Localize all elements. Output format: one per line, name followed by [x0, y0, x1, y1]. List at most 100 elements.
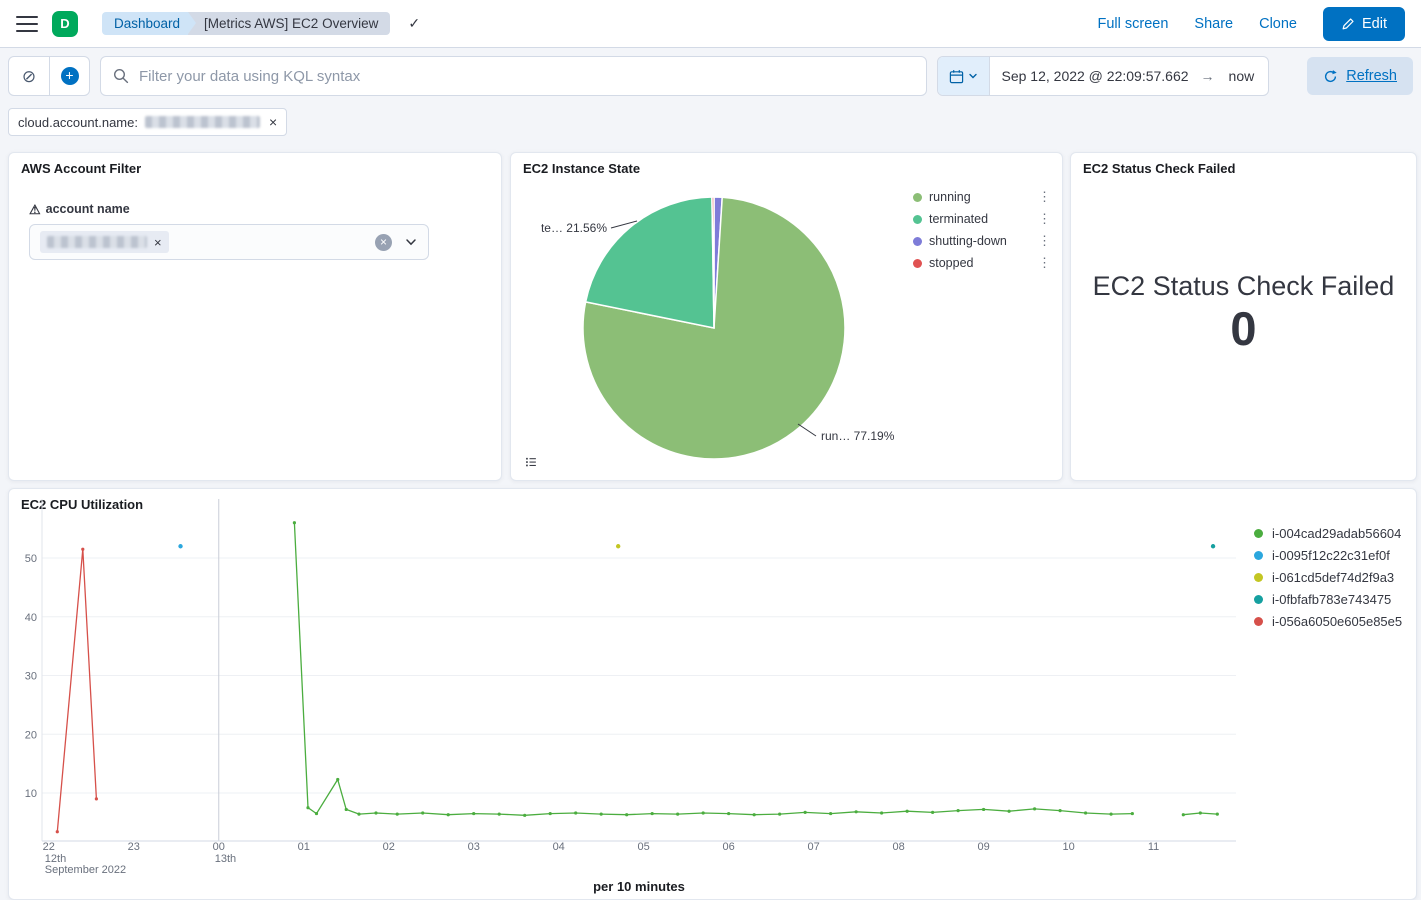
legend-item-i-004cad29adab56604[interactable]: i-004cad29adab56604 [1254, 522, 1412, 544]
legend-item-running[interactable]: running⋮ [913, 186, 1053, 208]
edit-button[interactable]: Edit [1323, 7, 1405, 41]
kibana-dashboard-app: D Dashboard [Metrics AWS] EC2 Overview ✓… [0, 0, 1421, 900]
clear-selection-icon[interactable]: × [375, 234, 392, 251]
account-name-combobox[interactable]: × × [29, 224, 429, 260]
point-series-i-0095f12c22c31ef0f[interactable] [178, 544, 182, 548]
filter-bar: cloud.account.name: × [8, 104, 287, 140]
quick-select-date-button[interactable] [938, 57, 990, 95]
y-axis-tick-label: 50 [25, 553, 37, 565]
legend-dot-icon [1254, 551, 1263, 560]
legend-item-terminated[interactable]: terminated ⋮ [913, 208, 1053, 230]
legend-dot-icon [913, 193, 922, 202]
legend-dot-icon [913, 237, 922, 246]
chevron-down-icon [968, 71, 978, 81]
account-tag-value-redacted [47, 236, 147, 248]
legend-item-i-061cd5def74d2f9a3[interactable]: i-061cd5def74d2f9a3 [1254, 566, 1412, 588]
legend-item-i-0095f12c22c31ef0f[interactable]: i-0095f12c22c31ef0f [1254, 544, 1412, 566]
legend-dot-icon [1254, 595, 1263, 604]
warning-icon: ⚠ [29, 203, 41, 216]
date-range-start[interactable]: Sep 12, 2022 @ 22:09:57.662 [990, 68, 1201, 84]
saved-check-icon: ✓ [408, 15, 420, 32]
panel-ec2-status-check-failed: EC2 Status Check Failed EC2 Status Check… [1070, 152, 1417, 481]
x-axis-day-label: 13th [215, 853, 236, 865]
list-icon [525, 454, 537, 470]
control-label-text: account name [46, 202, 130, 216]
x-axis-tick-label: 11 [1148, 841, 1159, 853]
pencil-icon [1341, 17, 1355, 31]
legend-item-menu-icon[interactable]: ⋮ [1036, 233, 1053, 249]
remove-filter-icon[interactable]: × [269, 114, 277, 130]
panel-title: AWS Account Filter [9, 153, 501, 176]
control-group-label: ⚠ account name [29, 202, 501, 216]
selected-account-tag[interactable]: × [40, 231, 169, 253]
metric-value: 0 [1230, 302, 1256, 356]
panel-ec2-instance-state: EC2 Instance State te… 21.56%run… 77.19%… [510, 152, 1063, 481]
legend-dot-icon [913, 259, 922, 268]
legend-dot-icon [913, 215, 922, 224]
refresh-button[interactable]: Refresh [1307, 57, 1413, 95]
legend-item-shutting-down[interactable]: shutting-down⋮ [913, 230, 1053, 252]
query-bar: ⊘ + Sep 12, 2022 @ 22:09 [0, 48, 1421, 104]
filter-pill[interactable]: cloud.account.name: × [8, 108, 287, 136]
legend-item-menu-icon[interactable]: ⋮ [1036, 211, 1053, 227]
legend-toggle-button[interactable] [519, 450, 543, 474]
line-series-i-056a6050e605e85e5[interactable] [57, 549, 96, 832]
x-axis-tick-label: 03 [468, 841, 480, 853]
breadcrumb-dashboard[interactable]: Dashboard [102, 12, 188, 35]
legend-item-menu-icon[interactable]: ⋮ [1036, 255, 1053, 271]
point-series-i-0fbfafb783e743475[interactable] [1211, 544, 1215, 548]
legend-label: i-056a6050e605e85e5 [1272, 614, 1412, 629]
full-screen-link[interactable]: Full screen [1097, 16, 1168, 32]
metric-label: EC2 Status Check Failed [1093, 271, 1395, 302]
date-range-end[interactable]: now [1215, 68, 1269, 84]
x-axis-tick-label: 00 [213, 841, 225, 853]
line-series-i-004cad29adab56604[interactable] [294, 523, 1132, 816]
calendar-icon [949, 69, 964, 84]
kql-search-box [100, 56, 927, 96]
filter-controls-group: ⊘ + [8, 56, 90, 96]
legend-item-i-0fbfafb783e743475[interactable]: i-0fbfafb783e743475 [1254, 588, 1412, 610]
disable-filters-button[interactable]: ⊘ [9, 57, 49, 95]
circle-slash-icon: ⊘ [22, 68, 36, 85]
date-picker: Sep 12, 2022 @ 22:09:57.662 → now [937, 56, 1270, 96]
plus-circle-icon: + [61, 67, 79, 85]
x-axis-tick-label: 23 [128, 841, 140, 853]
pie-legend: running⋮terminated⋮shutting-down⋮stopped… [913, 186, 1053, 274]
x-axis-tick-label: 07 [808, 841, 820, 853]
panel-aws-account-filter: AWS Account Filter ⚠ account name × × [8, 152, 502, 481]
legend-label: terminated [929, 212, 1029, 226]
y-axis-tick-label: 30 [25, 671, 37, 683]
search-input[interactable] [137, 67, 914, 86]
search-icon [113, 68, 129, 84]
filter-pill-value-redacted [145, 116, 260, 128]
point-series-i-061cd5def74d2f9a3[interactable] [616, 544, 620, 548]
edit-button-label: Edit [1362, 16, 1387, 32]
refresh-icon [1323, 69, 1338, 84]
y-axis-tick-label: 40 [25, 612, 37, 624]
cpu-chart-legend: i-004cad29adab56604i-0095f12c22c31ef0fi-… [1254, 522, 1412, 632]
pie-callout-terminated: te… 21.56% [541, 221, 607, 235]
legend-item-i-056a6050e605e85e5[interactable]: i-056a6050e605e85e5 [1254, 610, 1412, 632]
x-axis-title: per 10 minutes [593, 879, 685, 894]
share-link[interactable]: Share [1194, 16, 1233, 32]
menu-icon[interactable] [16, 16, 38, 32]
panel-ec2-cpu-utilization: EC2 CPU Utilization 10203040502212thSept… [8, 488, 1417, 900]
x-axis-tick-label: 02 [383, 841, 395, 853]
legend-item-stopped[interactable]: stopped⋮ [913, 252, 1053, 274]
x-axis-tick-label: 08 [892, 841, 904, 853]
header-actions: Full screen Share Clone Edit [1097, 7, 1405, 41]
breadcrumb: Dashboard [Metrics AWS] EC2 Overview [102, 12, 390, 35]
combobox-caret-icon[interactable] [404, 235, 418, 249]
clone-link[interactable]: Clone [1259, 16, 1297, 32]
cpu-line-chart[interactable]: 10203040502212thSeptember 2022230013th01… [9, 489, 1416, 899]
x-axis-tick-label: 04 [553, 841, 565, 853]
space-avatar[interactable]: D [52, 11, 78, 37]
legend-item-menu-icon[interactable]: ⋮ [1036, 189, 1053, 205]
x-axis-tick-label: 06 [723, 841, 735, 853]
y-axis-tick-label: 20 [25, 729, 37, 741]
add-filter-button[interactable]: + [49, 57, 89, 95]
breadcrumb-current-dashboard: [Metrics AWS] EC2 Overview [188, 12, 390, 35]
remove-tag-icon[interactable]: × [154, 235, 162, 250]
legend-dot-icon [1254, 573, 1263, 582]
refresh-button-label: Refresh [1346, 68, 1397, 84]
